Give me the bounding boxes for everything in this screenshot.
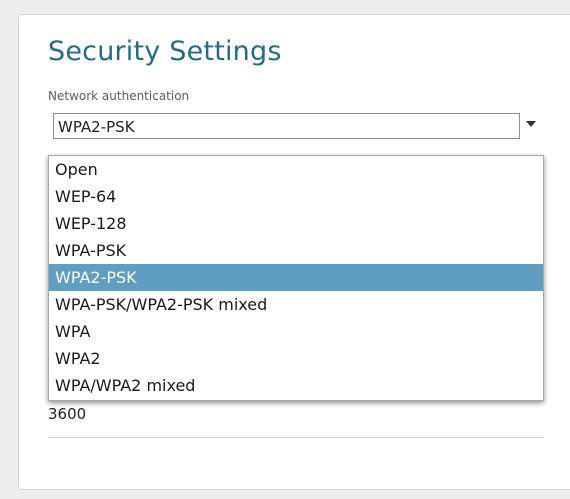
network-authentication-value: WPA2-PSK xyxy=(58,118,135,136)
page-title: Security Settings xyxy=(48,36,282,67)
option-wpa-psk-wpa2-psk-mixed[interactable]: WPA-PSK/WPA2-PSK mixed xyxy=(49,291,543,318)
option-wpa-wpa2-mixed[interactable]: WPA/WPA2 mixed xyxy=(49,372,543,399)
option-wpa2[interactable]: WPA2 xyxy=(49,345,543,372)
option-wpa[interactable]: WPA xyxy=(49,318,543,345)
chevron-down-icon[interactable] xyxy=(526,121,536,127)
settings-field-value[interactable]: 3600 xyxy=(48,405,86,423)
network-authentication-dropdown: Open WEP-64 WEP-128 WPA-PSK WPA2-PSK WPA… xyxy=(48,155,544,401)
network-authentication-select[interactable]: WPA2-PSK xyxy=(48,104,544,154)
network-authentication-label: Network authentication xyxy=(48,89,190,103)
option-wpa2-psk[interactable]: WPA2-PSK xyxy=(49,264,543,291)
field-underline xyxy=(48,437,544,438)
option-wep-128[interactable]: WEP-128 xyxy=(49,210,543,237)
option-open[interactable]: Open xyxy=(49,156,543,183)
option-wpa-psk[interactable]: WPA-PSK xyxy=(49,237,543,264)
option-wep-64[interactable]: WEP-64 xyxy=(49,183,543,210)
